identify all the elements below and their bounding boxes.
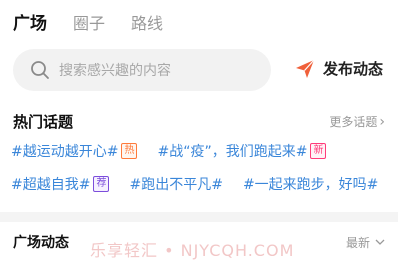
topic-item[interactable]: #战“疫”，我们跑起来# 新	[157, 141, 327, 161]
paper-plane-icon	[295, 59, 315, 78]
topic-item[interactable]: #一起来跑步，好吗#	[243, 174, 378, 194]
sort-dropdown[interactable]: 最新	[346, 234, 385, 251]
recommend-badge: 荐	[93, 176, 110, 192]
tab-square[interactable]: 广场	[13, 9, 47, 34]
topic-item[interactable]: #超越自我# 荐	[11, 174, 110, 194]
topic-text: #战“疫”，我们跑起来#	[157, 144, 308, 160]
square-feed-header: 广场动态 最新	[13, 232, 385, 252]
hot-topics-title: 热门话题	[13, 113, 74, 131]
top-tabs: 广场 圈子 路线	[13, 9, 189, 34]
topic-text: #越运动越开心#	[11, 144, 119, 160]
tab-routes[interactable]: 路线	[131, 10, 163, 34]
topic-text: #跑出不平凡#	[129, 177, 223, 193]
square-feed-title: 广场动态	[13, 235, 69, 251]
new-badge: 新	[310, 143, 327, 159]
hot-topics-header: 热门话题 更多话题 ›	[13, 111, 385, 132]
chevron-right-icon: ›	[379, 113, 385, 130]
topic-text: #超越自我#	[11, 177, 91, 193]
chevron-down-icon	[375, 239, 385, 245]
hot-badge: 热	[121, 143, 138, 159]
tab-circles[interactable]: 圈子	[73, 10, 105, 34]
topic-item[interactable]: #越运动越开心# 热	[11, 141, 138, 161]
publish-label: 发布动态	[322, 60, 383, 78]
search-placeholder: 搜索感兴趣的内容	[59, 63, 171, 79]
search-icon	[31, 61, 49, 79]
topic-row-2: #超越自我# 荐 #跑出不平凡# #一起来跑步，好吗#	[11, 174, 378, 194]
topic-row-1: #越运动越开心# 热 #战“疫”，我们跑起来# 新	[11, 141, 327, 161]
sort-label: 最新	[345, 235, 370, 250]
more-topics-link[interactable]: 更多话题 ›	[329, 113, 385, 130]
section-divider	[0, 212, 398, 222]
more-topics-label: 更多话题	[329, 115, 378, 129]
topic-text: #一起来跑步，好吗#	[242, 177, 379, 193]
search-input[interactable]: 搜索感兴趣的内容	[13, 49, 271, 91]
search-row: 搜索感兴趣的内容 发布动态	[13, 49, 385, 91]
topic-item[interactable]: #跑出不平凡#	[129, 174, 222, 194]
publish-button[interactable]: 发布动态	[295, 58, 383, 79]
